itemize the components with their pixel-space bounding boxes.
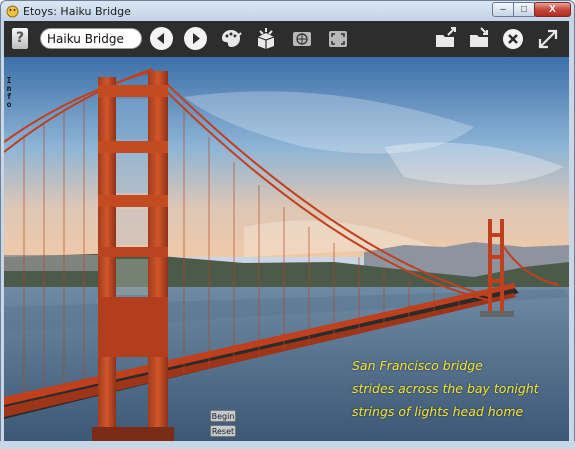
next-page-button[interactable] [184, 27, 207, 50]
window-title: Etoys: Haiku Bridge [23, 5, 131, 18]
fullscreen-frame-icon[interactable] [326, 27, 350, 51]
haiku-line-2: strides across the bay tonight [352, 381, 539, 396]
etoys-toolbar: ? [4, 21, 569, 57]
save-project-icon[interactable] [468, 27, 492, 51]
minimize-button[interactable]: – [492, 2, 514, 17]
haiku-line-3: strings of lights head home [352, 404, 524, 419]
quit-icon[interactable] [501, 27, 525, 51]
paint-palette-icon[interactable] [219, 27, 243, 51]
supplies-box-icon[interactable] [254, 27, 278, 51]
previous-page-button[interactable] [150, 27, 173, 50]
maximize-button[interactable]: □ [513, 2, 535, 17]
help-button[interactable]: ? [12, 28, 28, 49]
expand-icon[interactable] [536, 27, 560, 51]
etoys-app-icon [6, 5, 19, 18]
window-bottom-border [0, 441, 575, 449]
project-name-field[interactable] [40, 28, 142, 49]
haiku-line-1: San Francisco bridge [352, 358, 483, 373]
close-window-button[interactable]: X [534, 2, 571, 17]
left-arrow-icon [157, 33, 164, 44]
language-globe-icon[interactable] [290, 27, 314, 51]
reset-button[interactable]: Reset [210, 425, 236, 437]
right-arrow-icon [193, 33, 200, 44]
info-flap-tab[interactable]: Info [5, 77, 13, 109]
open-project-icon[interactable] [434, 27, 458, 51]
begin-button[interactable]: Begin [210, 410, 236, 422]
title-bar[interactable]: Etoys: Haiku Bridge – □ X [1, 1, 574, 22]
project-page[interactable]: Info San Francisco bridge strides across… [4, 57, 569, 441]
